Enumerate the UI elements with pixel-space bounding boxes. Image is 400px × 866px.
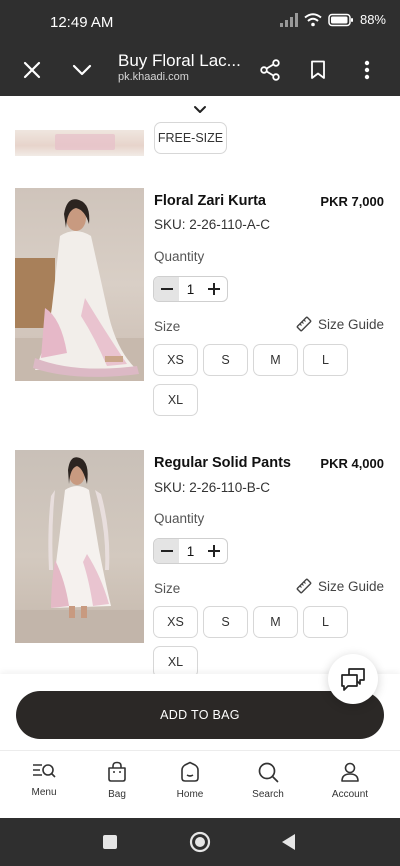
plus-icon	[208, 545, 221, 557]
chat-icon	[341, 668, 365, 691]
size-option-xl[interactable]: XL	[153, 646, 198, 674]
recents-icon[interactable]	[103, 835, 117, 849]
size-option-s[interactable]: S	[203, 344, 248, 376]
status-icons: 88%	[279, 12, 386, 27]
size-option-xl[interactable]: XL	[153, 384, 198, 416]
nav-label: Bag	[108, 789, 126, 800]
quantity-stepper: 1	[153, 538, 228, 564]
bag-icon	[108, 761, 126, 782]
size-option-l[interactable]: L	[303, 606, 348, 638]
size-guide-label: Size Guide	[317, 578, 384, 594]
minimize-button[interactable]	[66, 54, 98, 86]
nav-label: Menu	[31, 787, 57, 798]
product-name[interactable]: Floral Zari Kurta	[154, 193, 266, 209]
battery-icon	[328, 13, 353, 26]
decrease-quantity-button[interactable]	[154, 539, 180, 563]
home-circle-icon[interactable]	[189, 831, 211, 853]
size-option-m[interactable]: M	[253, 606, 298, 638]
ruler-icon	[296, 316, 312, 332]
share-button[interactable]	[254, 54, 286, 86]
nav-bag[interactable]: Bag	[82, 761, 152, 800]
battery-level: 88%	[359, 12, 386, 27]
quantity-value[interactable]: 1	[179, 282, 201, 297]
page-title: Buy Floral Lac...	[118, 51, 241, 70]
product-image-regular-solid-pants[interactable]	[15, 450, 144, 643]
product-image-partial[interactable]	[15, 130, 144, 156]
size-label: Size	[154, 581, 181, 596]
quantity-label: Quantity	[154, 511, 205, 526]
status-time: 12:49 AM	[50, 14, 114, 31]
more-options-button[interactable]	[351, 54, 383, 86]
nav-home[interactable]: Home	[155, 761, 225, 800]
size-guide-label: Size Guide	[317, 316, 384, 332]
nav-account[interactable]: Account	[315, 761, 385, 800]
nav-menu[interactable]: Menu	[9, 761, 79, 798]
more-vert-icon	[364, 60, 370, 80]
close-icon	[23, 61, 41, 79]
product-price: PKR 7,000	[320, 194, 384, 209]
product-name[interactable]: Regular Solid Pants	[154, 455, 291, 471]
close-button[interactable]	[16, 54, 48, 86]
back-icon[interactable]	[282, 834, 296, 850]
page-content: FREE-SIZE Floral Zari Kurta PKR 7,000 SK…	[0, 96, 400, 674]
ruler-icon	[296, 578, 312, 594]
increase-quantity-button[interactable]	[202, 539, 227, 563]
search-icon	[258, 762, 279, 783]
product-sku: SKU: 2-26-110-A-C	[154, 217, 271, 232]
share-icon	[260, 59, 280, 81]
size-option-m[interactable]: M	[253, 344, 298, 376]
product-price: PKR 4,000	[320, 456, 384, 471]
home-icon	[181, 761, 199, 782]
increase-quantity-button[interactable]	[202, 277, 227, 301]
model-pants-illustration	[15, 457, 144, 643]
bookmark-button[interactable]	[302, 54, 334, 86]
decrease-quantity-button[interactable]	[154, 277, 180, 301]
model-kurta-illustration	[15, 199, 144, 381]
bottom-navigation: Menu Bag Home Search Account	[0, 750, 400, 818]
chat-button[interactable]	[328, 654, 378, 704]
system-navigation-bar	[0, 818, 400, 866]
status-bar: 12:49 AM 88%	[0, 0, 400, 44]
add-to-bag-button[interactable]: ADD TO BAG	[16, 691, 384, 739]
chevron-down-icon	[72, 64, 92, 76]
plus-icon	[208, 283, 221, 295]
size-option-xs[interactable]: XS	[153, 344, 198, 376]
size-label: Size	[154, 319, 181, 334]
product-image-floral-zari-kurta[interactable]	[15, 188, 144, 381]
size-guide-link[interactable]: Size Guide	[296, 578, 384, 594]
minus-icon	[160, 550, 173, 552]
collapse-chevron-icon[interactable]	[191, 104, 209, 116]
browser-toolbar: Buy Floral Lac... pk.khaadi.com	[0, 44, 400, 96]
quantity-label: Quantity	[154, 249, 205, 264]
nav-label: Home	[176, 789, 204, 800]
size-option-xs[interactable]: XS	[153, 606, 198, 638]
size-guide-link[interactable]: Size Guide	[296, 316, 384, 332]
quantity-stepper: 1	[153, 276, 228, 302]
nav-label: Account	[331, 789, 369, 800]
size-option-s[interactable]: S	[203, 606, 248, 638]
wifi-icon	[304, 12, 322, 26]
page-url: pk.khaadi.com	[118, 71, 189, 83]
minus-icon	[160, 288, 173, 290]
nav-search[interactable]: Search	[233, 761, 303, 800]
signal-icon	[279, 12, 298, 27]
nav-label: Search	[252, 789, 284, 800]
menu-search-icon	[33, 764, 56, 778]
bookmark-icon	[311, 60, 325, 79]
product-sku: SKU: 2-26-110-B-C	[154, 480, 271, 495]
account-icon	[341, 762, 359, 782]
size-option-free-size[interactable]: FREE-SIZE	[154, 122, 227, 154]
size-option-l[interactable]: L	[303, 344, 348, 376]
quantity-value[interactable]: 1	[179, 544, 201, 559]
